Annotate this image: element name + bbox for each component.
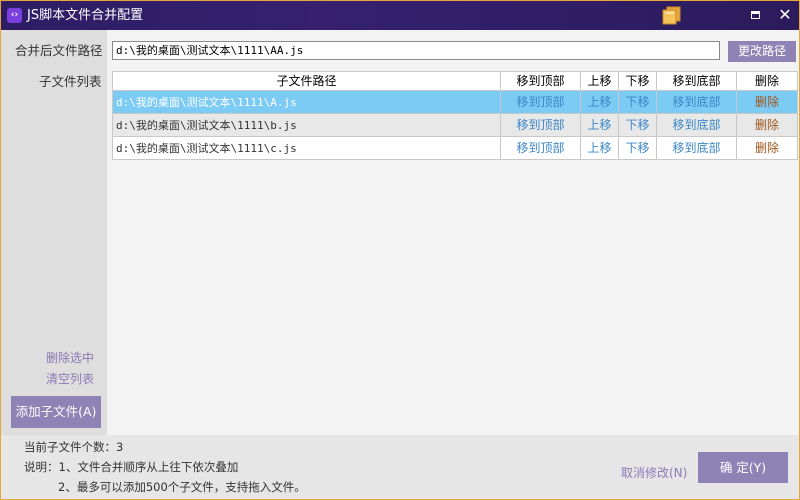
move-bottom-link[interactable]: 移到底部 bbox=[672, 118, 720, 132]
maximize-button[interactable] bbox=[743, 7, 767, 25]
clear-list-link[interactable]: 清空列表 bbox=[46, 370, 94, 387]
merged-path-label: 合并后文件路径 bbox=[15, 43, 103, 58]
footer: 当前子文件个数：3 说明：1、文件合并顺序从上往下依次叠加 2、最多可以添加50… bbox=[1, 435, 799, 499]
close-button[interactable]: ✕ bbox=[773, 5, 797, 25]
move-top-link[interactable]: 移到顶部 bbox=[516, 141, 564, 155]
move-up-link[interactable]: 上移 bbox=[587, 95, 611, 109]
delete-row-link[interactable]: 删除 bbox=[755, 95, 779, 109]
title-bar: ‹› JS脚本文件合并配置 ✕ bbox=[1, 1, 799, 30]
move-up-link[interactable]: 上移 bbox=[587, 141, 611, 155]
move-top-link[interactable]: 移到顶部 bbox=[516, 118, 564, 132]
move-down-link[interactable]: 下移 bbox=[625, 95, 649, 109]
maximize-icon bbox=[750, 11, 760, 19]
row-path: d:\我的桌面\测试文本\1111\c.js bbox=[112, 136, 501, 160]
col-header-move-top: 移到顶部 bbox=[500, 71, 581, 91]
move-bottom-link[interactable]: 移到底部 bbox=[672, 141, 720, 155]
children-list-label: 子文件列表 bbox=[39, 74, 102, 89]
delete-selected-link[interactable]: 删除选中 bbox=[46, 349, 94, 366]
close-icon: ✕ bbox=[778, 5, 792, 24]
file-count-text: 当前子文件个数：3 bbox=[24, 440, 124, 454]
move-bottom-link[interactable]: 移到底部 bbox=[672, 95, 720, 109]
move-down-link[interactable]: 下移 bbox=[625, 118, 649, 132]
cancel-changes-link[interactable]: 取消修改(N) bbox=[621, 464, 687, 481]
col-header-move-bottom: 移到底部 bbox=[656, 71, 737, 91]
folder-stack-icon[interactable] bbox=[661, 6, 683, 26]
note-line-1: 说明：1、文件合并顺序从上往下依次叠加 bbox=[24, 460, 239, 474]
change-path-button[interactable]: 更改路径 bbox=[728, 41, 796, 62]
file-table-area: 子文件路径 移到顶部 上移 下移 移到底部 删除 d:\我的桌面\测试文本\11… bbox=[112, 71, 798, 433]
move-down-link[interactable]: 下移 bbox=[625, 141, 649, 155]
table-row[interactable]: d:\我的桌面\测试文本\1111\A.js 移到顶部 上移 下移 移到底部 删… bbox=[112, 90, 798, 114]
delete-row-link[interactable]: 删除 bbox=[755, 141, 779, 155]
window-title: JS脚本文件合并配置 bbox=[27, 8, 144, 23]
col-header-path: 子文件路径 bbox=[112, 71, 501, 91]
col-header-delete: 删除 bbox=[736, 71, 798, 91]
merged-path-input[interactable]: d:\我的桌面\测试文本\1111\AA.js bbox=[112, 41, 720, 60]
add-child-file-button[interactable]: 添加子文件(A) bbox=[11, 396, 101, 428]
col-header-down: 下移 bbox=[618, 71, 657, 91]
table-header: 子文件路径 移到顶部 上移 下移 移到底部 删除 bbox=[112, 71, 798, 91]
delete-row-link[interactable]: 删除 bbox=[755, 118, 779, 132]
confirm-button[interactable]: 确 定(Y) bbox=[698, 452, 788, 483]
move-up-link[interactable]: 上移 bbox=[587, 118, 611, 132]
file-table: 子文件路径 移到顶部 上移 下移 移到底部 删除 d:\我的桌面\测试文本\11… bbox=[112, 71, 798, 160]
config-window: ‹› JS脚本文件合并配置 ✕ 合并后文件路径 子文件列表 删除选中 清空列表 … bbox=[0, 0, 800, 500]
move-top-link[interactable]: 移到顶部 bbox=[516, 95, 564, 109]
app-code-icon: ‹› bbox=[7, 8, 22, 23]
row-path: d:\我的桌面\测试文本\1111\b.js bbox=[112, 113, 501, 137]
table-row[interactable]: d:\我的桌面\测试文本\1111\c.js 移到顶部 上移 下移 移到底部 删… bbox=[112, 136, 798, 160]
row-path: d:\我的桌面\测试文本\1111\A.js bbox=[112, 90, 501, 114]
note-line-2: 2、最多可以添加500个子文件，支持拖入文件。 bbox=[58, 480, 306, 494]
table-row[interactable]: d:\我的桌面\测试文本\1111\b.js 移到顶部 上移 下移 移到底部 删… bbox=[112, 113, 798, 137]
col-header-up: 上移 bbox=[580, 71, 619, 91]
